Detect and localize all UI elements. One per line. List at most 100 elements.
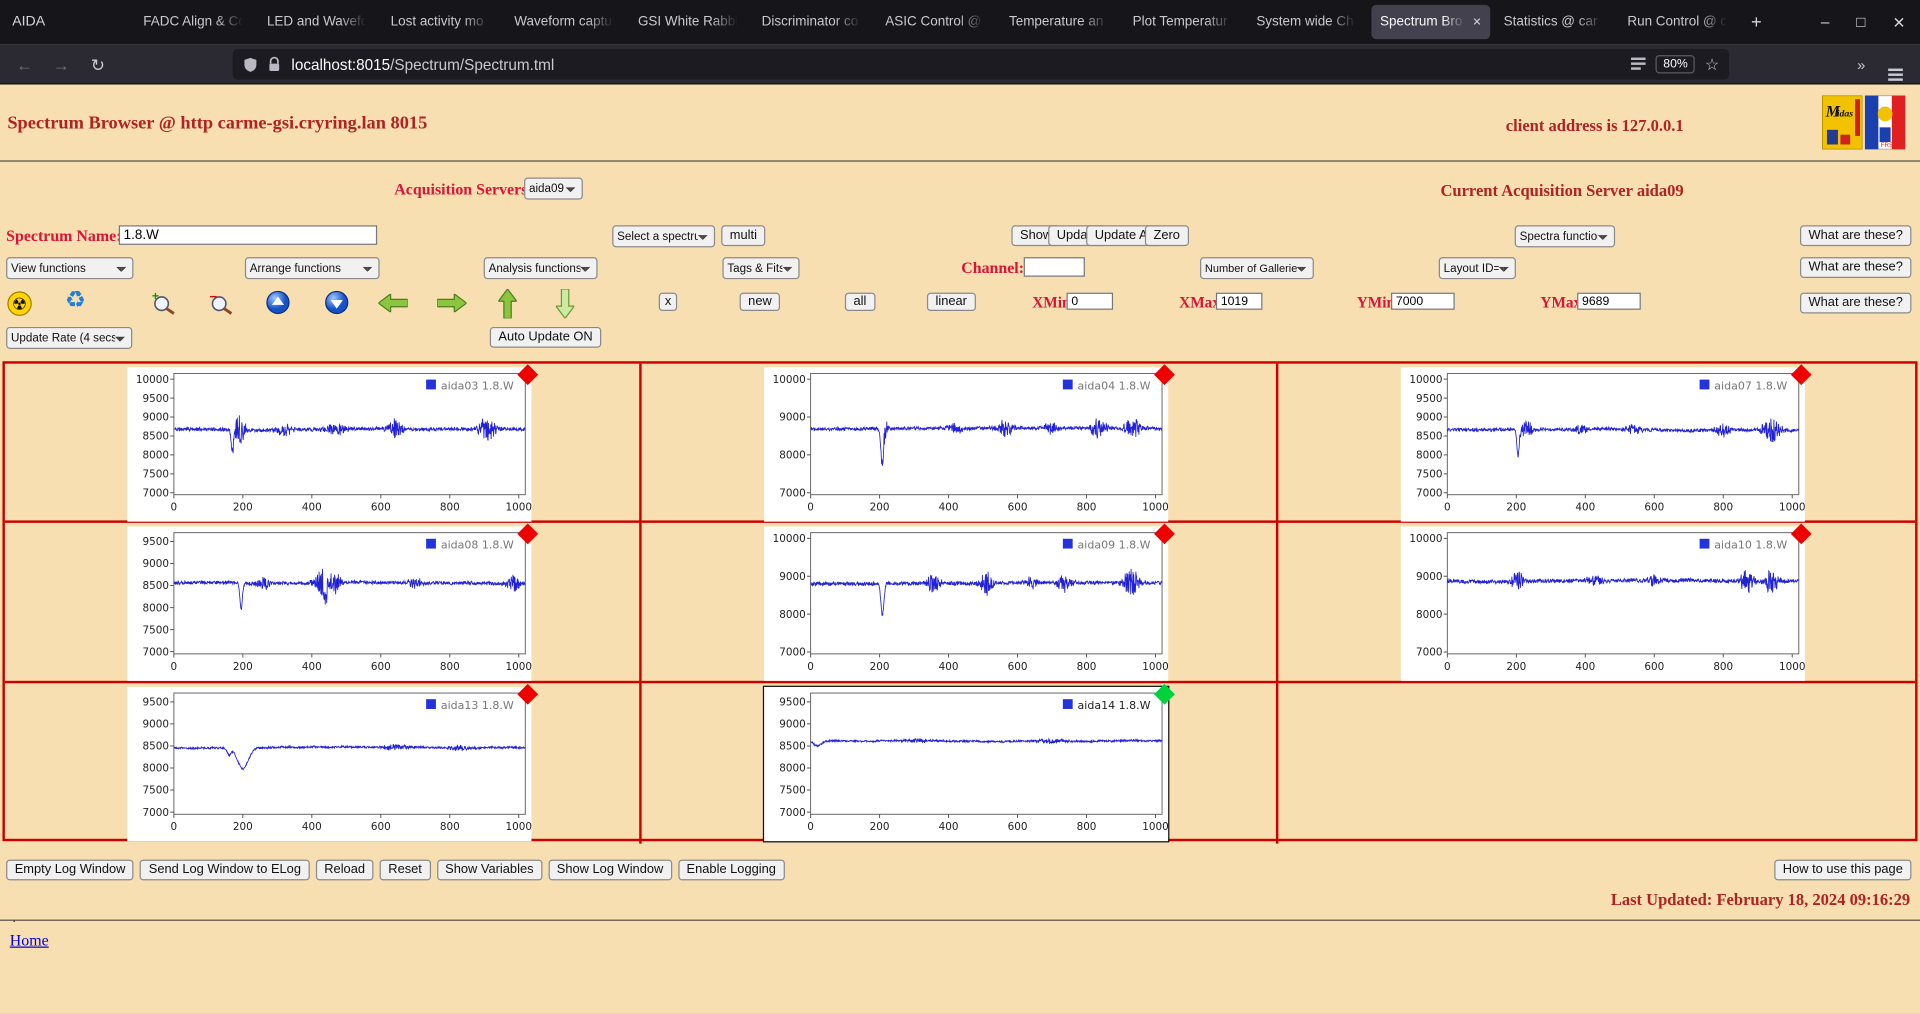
svg-text:0: 0 [807, 502, 814, 514]
linear-button[interactable]: linear [926, 292, 976, 312]
new-button[interactable]: new [739, 292, 781, 312]
all-button[interactable]: all [844, 292, 875, 312]
spectrum-name-input[interactable] [118, 225, 378, 245]
spectrum-chart-aida14[interactable]: 7000 7500 8000 8500 9000 9500 0 200 400 600 800 100… [762, 683, 1175, 843]
enable-logging-button[interactable]: Enable Logging [677, 859, 785, 881]
svg-text:aida07 1.8.W: aida07 1.8.W [1714, 379, 1787, 392]
send-log-window-to-elog-button[interactable]: Send Log Window to ELog [140, 859, 310, 881]
empty-log-window-button[interactable]: Empty Log Window [6, 859, 135, 881]
tab-statistics-car[interactable]: Statistics @ car [1495, 5, 1614, 39]
xmax-input[interactable] [1215, 292, 1263, 310]
expand-y-down-icon[interactable] [324, 290, 349, 315]
back-icon[interactable]: ← [10, 51, 39, 78]
number-of-galleries-dropdown[interactable]: Number of Galleries [1199, 257, 1314, 280]
reader-mode-icon[interactable] [1631, 56, 1647, 72]
channel-input[interactable] [1023, 257, 1085, 277]
tab-run-control-c[interactable]: Run Control @ c [1619, 5, 1738, 39]
home-link[interactable]: Home [10, 931, 49, 951]
tab-fadc-align-co[interactable]: FADC Align & Co [135, 5, 254, 39]
acquisition-server-select[interactable]: aida09 [524, 177, 583, 200]
ymin-input[interactable] [1391, 292, 1455, 310]
tags-fits-dropdown[interactable]: Tags & Fits [722, 257, 800, 280]
svg-text:200: 200 [233, 502, 253, 514]
spectrum-chart-aida10[interactable]: 7000 8000 9000 10000 0 200 400 600 800 1000 aida10… [1400, 523, 1812, 681]
refresh-recycle-icon[interactable]: ♻ [65, 288, 86, 313]
what-are-these-button-3[interactable]: What are these? [1799, 292, 1912, 314]
tab-lost-activity-mo[interactable]: Lost activity mo [382, 5, 501, 39]
connection-lock-icon[interactable] [267, 56, 282, 72]
tab-system-wide-ch[interactable]: System wide Ch [1248, 5, 1367, 39]
tab-led-and-wavefo[interactable]: LED and Wavefo [258, 5, 377, 39]
spectrum-chart-aida08[interactable]: 7000 7500 8000 8500 9000 9500 0 200 400 600 800 100… [127, 523, 539, 681]
spectrum-chart-aida07[interactable]: 7000 7500 8000 8500 9000 9500 10000 0 200 400 600 8… [1400, 364, 1812, 522]
svg-text:7500: 7500 [1416, 469, 1442, 481]
maximize-icon[interactable]: □ [1856, 13, 1865, 30]
svg-text:400: 400 [302, 661, 322, 673]
ymax-input[interactable] [1577, 292, 1641, 310]
arrange-functions-dropdown[interactable]: Arrange functions [244, 257, 380, 280]
zoom-out-icon[interactable]: − [208, 290, 235, 315]
shift-up-icon[interactable] [498, 288, 517, 319]
tab-temperature-an[interactable]: Temperature an [1000, 5, 1119, 39]
spectrum-chart-aida03[interactable]: 7000 7500 8000 8500 9000 9500 10000 0 200 400 600 8… [127, 364, 539, 522]
tab-label: Discriminator co [761, 14, 859, 30]
view-functions-dropdown[interactable]: View functions [6, 257, 134, 280]
what-are-these-button-1[interactable]: What are these? [1799, 225, 1912, 247]
reload-button[interactable]: Reload [315, 859, 374, 881]
forward-icon[interactable]: → [47, 51, 76, 78]
tab-plot-temperatur[interactable]: Plot Temperatur [1124, 5, 1243, 39]
svg-text:200: 200 [870, 661, 890, 673]
new-tab-button[interactable]: + [1740, 12, 1773, 33]
auto-update-button[interactable]: Auto Update ON [489, 326, 602, 348]
tab-spectrum-bro[interactable]: Spectrum Bro ✕ [1371, 4, 1491, 40]
svg-text:600: 600 [1644, 502, 1664, 514]
x-button[interactable]: x [658, 292, 678, 312]
spectrum-chart-aida13[interactable]: 7000 7500 8000 8500 9000 9500 0 200 400 600 800 100… [127, 683, 539, 842]
spectrum-chart-aida09[interactable]: 7000 8000 9000 10000 0 200 400 600 800 1000 aida09… [764, 523, 1175, 681]
spectra-functions-dropdown[interactable]: Spectra functions [1514, 225, 1616, 248]
menu-hamburger-icon[interactable] [1881, 51, 1910, 78]
expand-y-up-icon[interactable] [266, 290, 290, 315]
xmin-input[interactable] [1066, 292, 1114, 310]
tab-discriminator-co[interactable]: Discriminator co [753, 5, 872, 39]
shift-left-icon[interactable] [378, 293, 408, 313]
analysis-functions-dropdown[interactable]: Analysis functions [483, 257, 598, 280]
tab-label: Statistics @ car [1503, 14, 1598, 30]
shift-right-icon[interactable] [437, 293, 467, 313]
zoom-level-badge[interactable]: 80% [1655, 55, 1696, 74]
svg-text:9500: 9500 [1416, 393, 1442, 405]
svg-text:7000: 7000 [143, 487, 169, 499]
tab-asic-control[interactable]: ASIC Control @ [877, 5, 996, 39]
tab-close-icon[interactable]: ✕ [1472, 15, 1481, 28]
update-rate-dropdown[interactable]: Update Rate (4 secs) [6, 326, 133, 349]
window-close-icon[interactable]: ✕ [1892, 13, 1905, 31]
svg-text:800: 800 [1713, 502, 1733, 514]
what-are-these-button-2[interactable]: What are these? [1799, 257, 1912, 278]
show-variables-button[interactable]: Show Variables [436, 859, 543, 881]
tab-label: Run Control @ c [1627, 14, 1728, 30]
tab-gsi-white-rabbi[interactable]: GSI White Rabbi [629, 5, 748, 39]
zoom-in-icon[interactable]: + [151, 290, 178, 315]
multi-button[interactable]: multi [721, 225, 766, 247]
url-text[interactable]: localhost:8015/Spectrum/Spectrum.tml [291, 56, 554, 73]
layout-id-dropdown[interactable]: Layout ID=8 [1438, 257, 1516, 280]
url-bar[interactable]: localhost:8015/Spectrum/Spectrum.tml 80%… [232, 48, 1729, 80]
spectrum-chart-aida04[interactable]: 7000 8000 9000 10000 0 200 400 600 800 1000 aida04… [764, 364, 1175, 522]
overflow-chevron-icon[interactable]: » [1847, 51, 1876, 78]
divider-top [0, 160, 1920, 162]
reset-button[interactable]: Reset [379, 859, 431, 881]
svg-text:9500: 9500 [779, 697, 805, 709]
zero-button[interactable]: Zero [1144, 225, 1189, 247]
how-to-use-button[interactable]: How to use this page [1774, 859, 1912, 881]
reload-icon[interactable]: ↻ [83, 51, 112, 78]
select-spectrum-dropdown[interactable]: Select a spectrum [612, 225, 716, 248]
show-log-window-button[interactable]: Show Log Window [548, 859, 672, 881]
shift-down-icon[interactable] [555, 288, 575, 319]
bookmark-star-icon[interactable]: ☆ [1705, 54, 1719, 74]
radiation-source-icon[interactable]: ☢ [7, 291, 32, 316]
ymin-label: YMin [1356, 293, 1395, 312]
minimize-icon[interactable]: – [1821, 13, 1830, 30]
svg-text:10000: 10000 [1409, 533, 1442, 545]
shield-icon[interactable] [242, 56, 258, 73]
tab-waveform-captu[interactable]: Waveform captu [506, 5, 625, 39]
